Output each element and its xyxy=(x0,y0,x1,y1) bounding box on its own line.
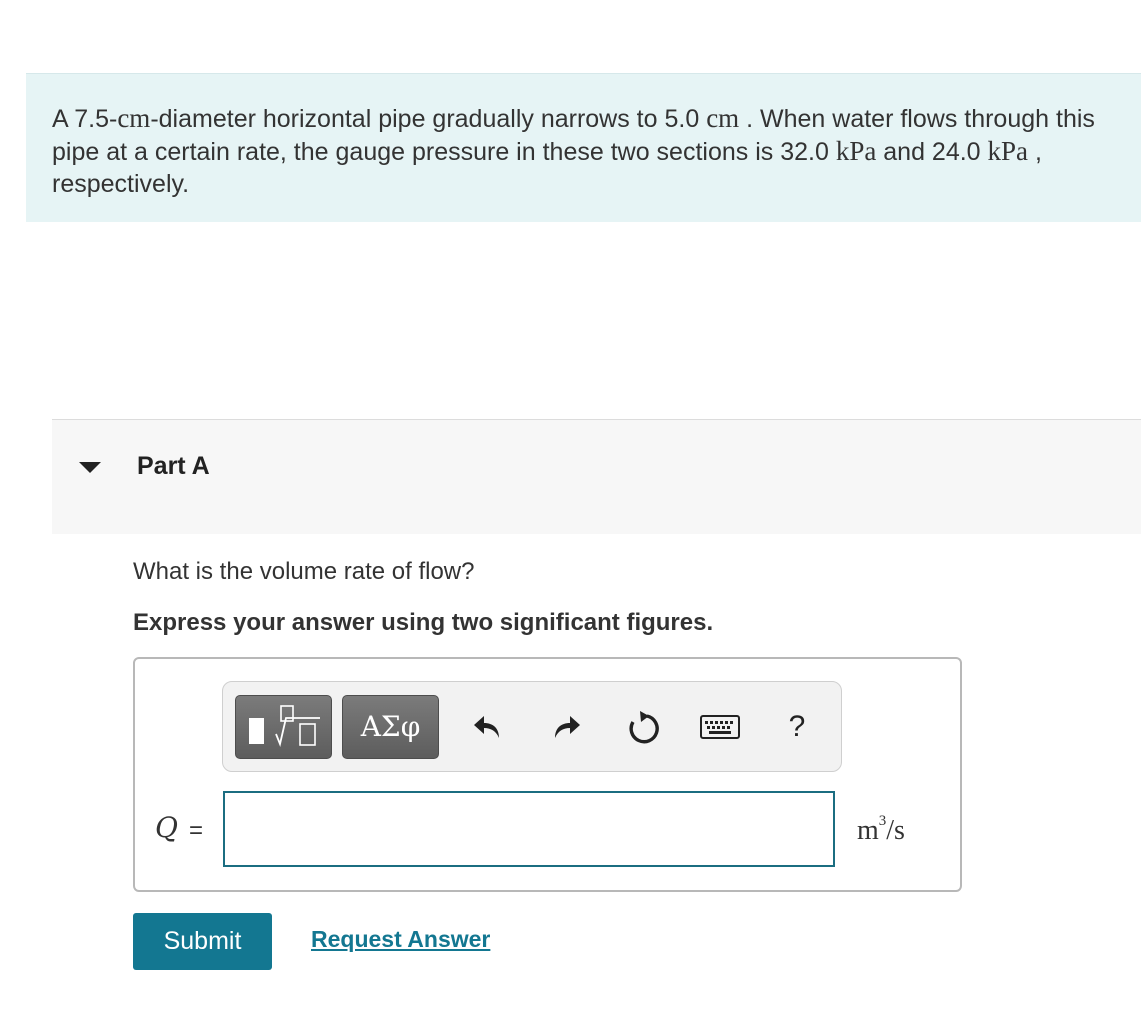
equals-sign: = xyxy=(189,817,204,844)
answer-variable: Q xyxy=(155,811,178,844)
greek-symbols-button[interactable]: ΑΣφ xyxy=(342,695,439,759)
problem-text-4: and 24.0 xyxy=(876,138,988,166)
problem-text-2: -diameter horizontal pipe gradually narr… xyxy=(150,105,707,133)
problem-text-1: A 7.5- xyxy=(52,105,118,133)
problem-text: A 7.5-cm-diameter horizontal pipe gradua… xyxy=(52,102,1122,200)
greek-symbols-label: ΑΣφ xyxy=(360,710,421,743)
answer-input[interactable] xyxy=(223,791,835,867)
undo-icon xyxy=(474,716,499,738)
reset-button[interactable] xyxy=(623,702,663,752)
part-title: Part A xyxy=(137,452,210,480)
instruction-text: Express your answer using two significan… xyxy=(133,609,714,636)
unit-kpa-2: kPa xyxy=(987,136,1029,166)
unit-rest: /s xyxy=(886,815,905,846)
help-button[interactable]: ? xyxy=(777,702,817,752)
problem-statement: A 7.5-cm-diameter horizontal pipe gradua… xyxy=(26,73,1141,222)
redo-button[interactable] xyxy=(546,702,586,752)
answer-panel: ΑΣφ ? Q = m3/s xyxy=(133,657,962,892)
templates-icon xyxy=(249,705,320,748)
answer-units: m3/s xyxy=(857,813,905,847)
undo-button[interactable] xyxy=(468,702,508,752)
request-answer-link[interactable]: Request Answer xyxy=(311,926,490,953)
keyboard-button[interactable] xyxy=(699,702,741,752)
question-text: What is the volume rate of flow? xyxy=(133,558,475,585)
keyboard-icon xyxy=(700,715,740,739)
math-toolbar: ΑΣφ ? xyxy=(222,681,842,772)
redo-icon xyxy=(555,716,580,738)
reset-icon xyxy=(629,711,659,744)
caret-down-icon[interactable] xyxy=(79,462,101,473)
unit-kpa: kPa xyxy=(835,136,877,166)
unit-base: m xyxy=(857,815,879,846)
part-a-header[interactable]: Part A xyxy=(52,419,1141,534)
templates-button[interactable] xyxy=(235,695,332,759)
unit-cm: cm xyxy=(117,103,151,133)
unit-cm-2: cm xyxy=(706,103,740,133)
submit-button[interactable]: Submit xyxy=(133,913,272,970)
